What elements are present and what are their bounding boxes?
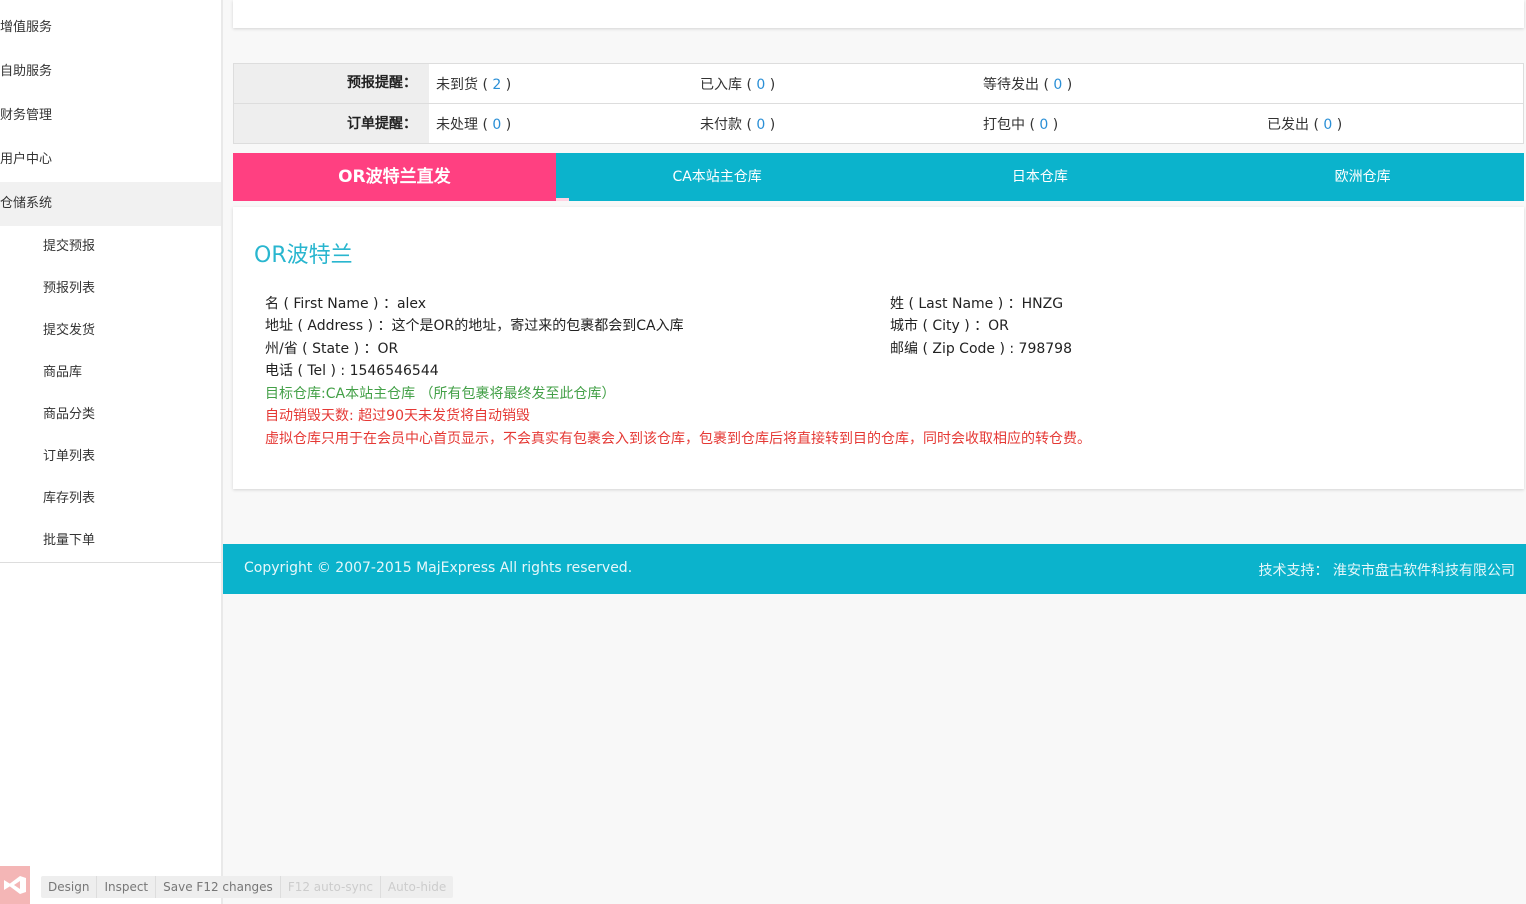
order-shipped-label: 已发出 ( <box>1267 116 1319 133</box>
paren-close: ) <box>505 76 512 93</box>
forecast-reminder-label: 预报提醒： <box>234 64 429 103</box>
auto-destroy-note: 自动销毁天数: 超过90天未发货将自动销毁 <box>265 408 530 424</box>
top-panel <box>233 0 1524 28</box>
sidebar-sub-product-category[interactable]: 商品分类 <box>0 394 221 436</box>
order-packing-count[interactable]: 0 <box>1039 117 1048 133</box>
forecast-received-count[interactable]: 0 <box>756 77 765 93</box>
sidebar-item-finance[interactable]: 财务管理 <box>0 88 221 132</box>
paren-close: ) <box>769 116 776 133</box>
tab-indicator <box>556 198 569 201</box>
warehouse-address-card: OR波特兰 名 ( First Name ) ：alex 姓 ( Last Na… <box>233 207 1524 489</box>
order-shipped[interactable]: 已发出 ( 0 ) <box>1267 114 1342 134</box>
order-unprocessed-count[interactable]: 0 <box>492 117 501 133</box>
order-packing[interactable]: 打包中 ( 0 ) <box>983 114 1058 134</box>
forecast-awaiting-dispatch-count[interactable]: 0 <box>1053 77 1062 93</box>
footer: Copyright © 2007-2015 MajExpress All rig… <box>223 544 1526 594</box>
sidebar: 增值服务 自助服务 财务管理 用户中心 仓储系统 提交预报 预报列表 提交发货 … <box>0 0 223 904</box>
tab-ca-main-warehouse[interactable]: CA本站主仓库 <box>556 153 879 201</box>
tab-europe-warehouse[interactable]: 欧洲仓库 <box>1201 153 1524 201</box>
devbar-auto-sync[interactable]: F12 auto-sync <box>281 876 381 898</box>
forecast-awaiting-dispatch-label: 等待发出 ( <box>983 76 1049 93</box>
state-field: 州/省 ( State ) ：OR <box>265 341 399 357</box>
sidebar-sub-submit-shipment[interactable]: 提交发货 <box>0 310 221 352</box>
order-shipped-count[interactable]: 0 <box>1323 117 1332 133</box>
city-field: 城市 ( City ) ：OR <box>890 318 1009 334</box>
virtual-warehouse-notice: 虚拟仓库只用于在会员中心首页显示，不会真实有包裹会入到该仓库，包裹到仓库后将直接… <box>265 431 1091 447</box>
forecast-awaiting-dispatch[interactable]: 等待发出 ( 0 ) <box>983 74 1072 94</box>
sidebar-item-user-center[interactable]: 用户中心 <box>0 132 221 176</box>
vs-logo-icon <box>4 876 26 894</box>
sidebar-item-value-added[interactable]: 增值服务 <box>0 0 221 44</box>
order-unpaid-label: 未付款 ( <box>700 116 757 133</box>
sidebar-sub-product-library[interactable]: 商品库 <box>0 352 221 394</box>
forecast-reminder-row: 预报提醒： 未到货 ( 2 ) 已入库 ( 0 ) 等待发出 ( 0 ) <box>234 64 1523 103</box>
order-packing-label: 打包中 ( <box>983 116 1040 133</box>
order-unpaid-count[interactable]: 0 <box>756 117 765 133</box>
paren-close: ) <box>1052 116 1059 133</box>
warehouse-title: OR波特兰 <box>254 243 353 268</box>
forecast-received[interactable]: 已入库 ( 0 ) <box>700 74 775 94</box>
order-reminder-label: 订单提醒： <box>234 104 429 143</box>
paren-close: ) <box>1336 116 1343 133</box>
warehouse-tabs: OR波特兰直发 CA本站主仓库 日本仓库 欧洲仓库 <box>233 153 1524 201</box>
paren-close: ) <box>1066 76 1073 93</box>
order-unpaid[interactable]: 未付款 ( 0 ) <box>700 114 775 134</box>
paren-close: ) <box>505 116 512 133</box>
footer-copyright: Copyright © 2007-2015 MajExpress All rig… <box>244 560 633 576</box>
sidebar-divider <box>0 562 221 563</box>
address-field: 地址 ( Address ) ：这个是OR的地址，寄过来的包裹都会到CA入库 <box>265 318 684 334</box>
tab-japan-warehouse[interactable]: 日本仓库 <box>879 153 1202 201</box>
sidebar-item-self-service[interactable]: 自助服务 <box>0 44 221 88</box>
paren-close: ) <box>769 76 776 93</box>
order-unprocessed-label: 未处理 ( <box>436 116 488 133</box>
forecast-not-arrived[interactable]: 未到货 ( 2 ) <box>436 74 511 94</box>
sidebar-sub-submit-forecast[interactable]: 提交预报 <box>0 226 221 268</box>
order-reminder-row: 订单提醒： 未处理 ( 0 ) 未付款 ( 0 ) 打包中 ( 0 ) 已发出 … <box>234 103 1523 143</box>
order-unprocessed[interactable]: 未处理 ( 0 ) <box>436 114 511 134</box>
devbar-design[interactable]: Design <box>41 876 98 898</box>
sidebar-item-warehouse[interactable]: 仓储系统 <box>0 182 221 226</box>
devbar-auto-hide[interactable]: Auto-hide <box>381 876 453 898</box>
tab-or-portland[interactable]: OR波特兰直发 <box>233 153 556 201</box>
devbar-inspect[interactable]: Inspect <box>97 876 157 898</box>
forecast-received-label: 已入库 ( <box>700 76 752 93</box>
browser-link-toolbar: Design Inspect Save F12 changes F12 auto… <box>41 876 454 898</box>
devbar-save-changes[interactable]: Save F12 changes <box>156 876 281 898</box>
visual-studio-icon[interactable] <box>0 866 30 904</box>
sidebar-sub-forecast-list[interactable]: 预报列表 <box>0 268 221 310</box>
sidebar-sub-order-list[interactable]: 订单列表 <box>0 436 221 478</box>
sidebar-sub-inventory-list[interactable]: 库存列表 <box>0 478 221 520</box>
sidebar-sub-batch-order[interactable]: 批量下单 <box>0 520 221 562</box>
reminder-table: 预报提醒： 未到货 ( 2 ) 已入库 ( 0 ) 等待发出 ( 0 ) 订单提… <box>233 63 1524 144</box>
target-warehouse-note: 目标仓库:CA本站主仓库 （所有包裹将最终发至此仓库） <box>265 386 616 402</box>
forecast-not-arrived-label: 未到货 ( <box>436 76 488 93</box>
last-name-field: 姓 ( Last Name ) ：HNZG <box>890 296 1064 312</box>
zip-field: 邮编 ( Zip Code ) : 798798 <box>890 341 1072 357</box>
footer-support[interactable]: 技术支持： 淮安市盘古软件科技有限公司 <box>1259 560 1515 580</box>
forecast-not-arrived-count[interactable]: 2 <box>492 77 501 93</box>
first-name-field: 名 ( First Name ) ：alex <box>265 296 427 312</box>
tel-field: 电话 ( Tel ) : 1546546544 <box>265 363 439 379</box>
